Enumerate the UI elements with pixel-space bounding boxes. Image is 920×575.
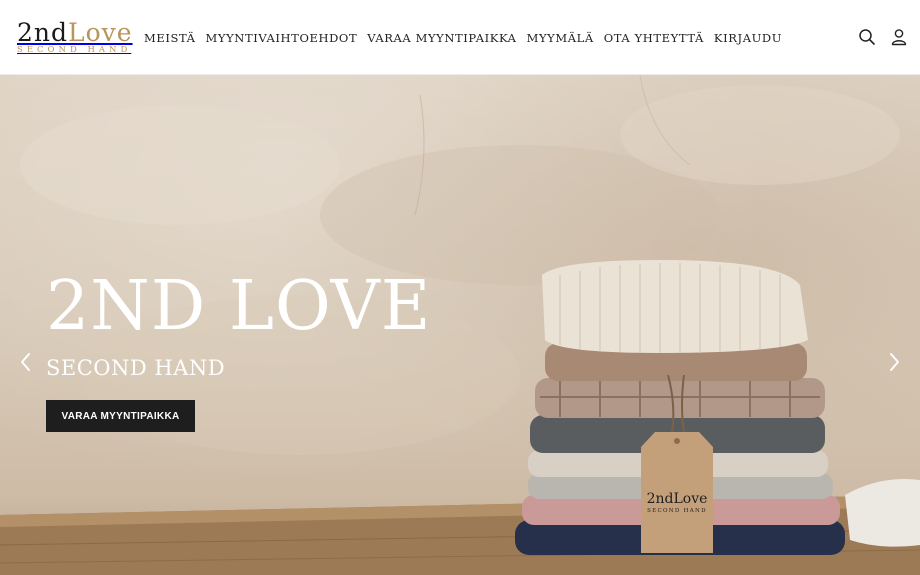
- hang-tag-sub-text: SECOND HAND: [647, 508, 707, 514]
- carousel-prev-arrow-icon[interactable]: [16, 350, 36, 374]
- hero-banner: 2ndLove SECOND HAND 2ND LOVE SECOND HAND…: [0, 75, 920, 575]
- account-icon[interactable]: [890, 28, 908, 46]
- carousel-next-arrow-icon[interactable]: [884, 350, 904, 374]
- logo-wordmark: 2ndLove: [17, 20, 137, 46]
- reserve-sales-spot-button[interactable]: VARAA MYYNTIPAIKKA: [46, 400, 195, 432]
- site-logo[interactable]: 2ndLove SECOND HAND: [17, 20, 137, 56]
- nav-item-meista[interactable]: MEISTÄ: [144, 30, 196, 46]
- nav-item-ota-yhteytta[interactable]: OTA YHTEYTTÄ: [604, 30, 704, 46]
- nav-item-varaa-myyntipaikka[interactable]: VARAA MYYNTIPAIKKA: [367, 30, 516, 46]
- hang-tag-main-text: 2ndLove: [646, 491, 708, 507]
- logo-text-suffix: Love: [68, 18, 133, 47]
- header-icons: [858, 28, 908, 46]
- logo-tagline: SECOND HAND: [17, 45, 132, 55]
- site-header: 2ndLove SECOND HAND MEISTÄ MYYNTIVAIHTOE…: [0, 0, 920, 75]
- nav-item-myymala[interactable]: MYYMÄLÄ: [527, 30, 594, 46]
- hero-subtitle: SECOND HAND: [46, 356, 226, 380]
- logo-text-prefix: 2nd: [17, 18, 69, 47]
- hang-tag-label: 2ndLove SECOND HAND: [641, 492, 713, 515]
- nav-item-myyntivaihtoehdot[interactable]: MYYNTIVAIHTOEHDOT: [206, 30, 358, 46]
- hero-title: 2ND LOVE: [46, 267, 432, 346]
- search-icon[interactable]: [858, 28, 876, 46]
- nav-item-kirjaudu[interactable]: KIRJAUDU: [714, 30, 782, 46]
- main-nav: MEISTÄ MYYNTIVAIHTOEHDOT VARAA MYYNTIPAI…: [144, 30, 792, 46]
